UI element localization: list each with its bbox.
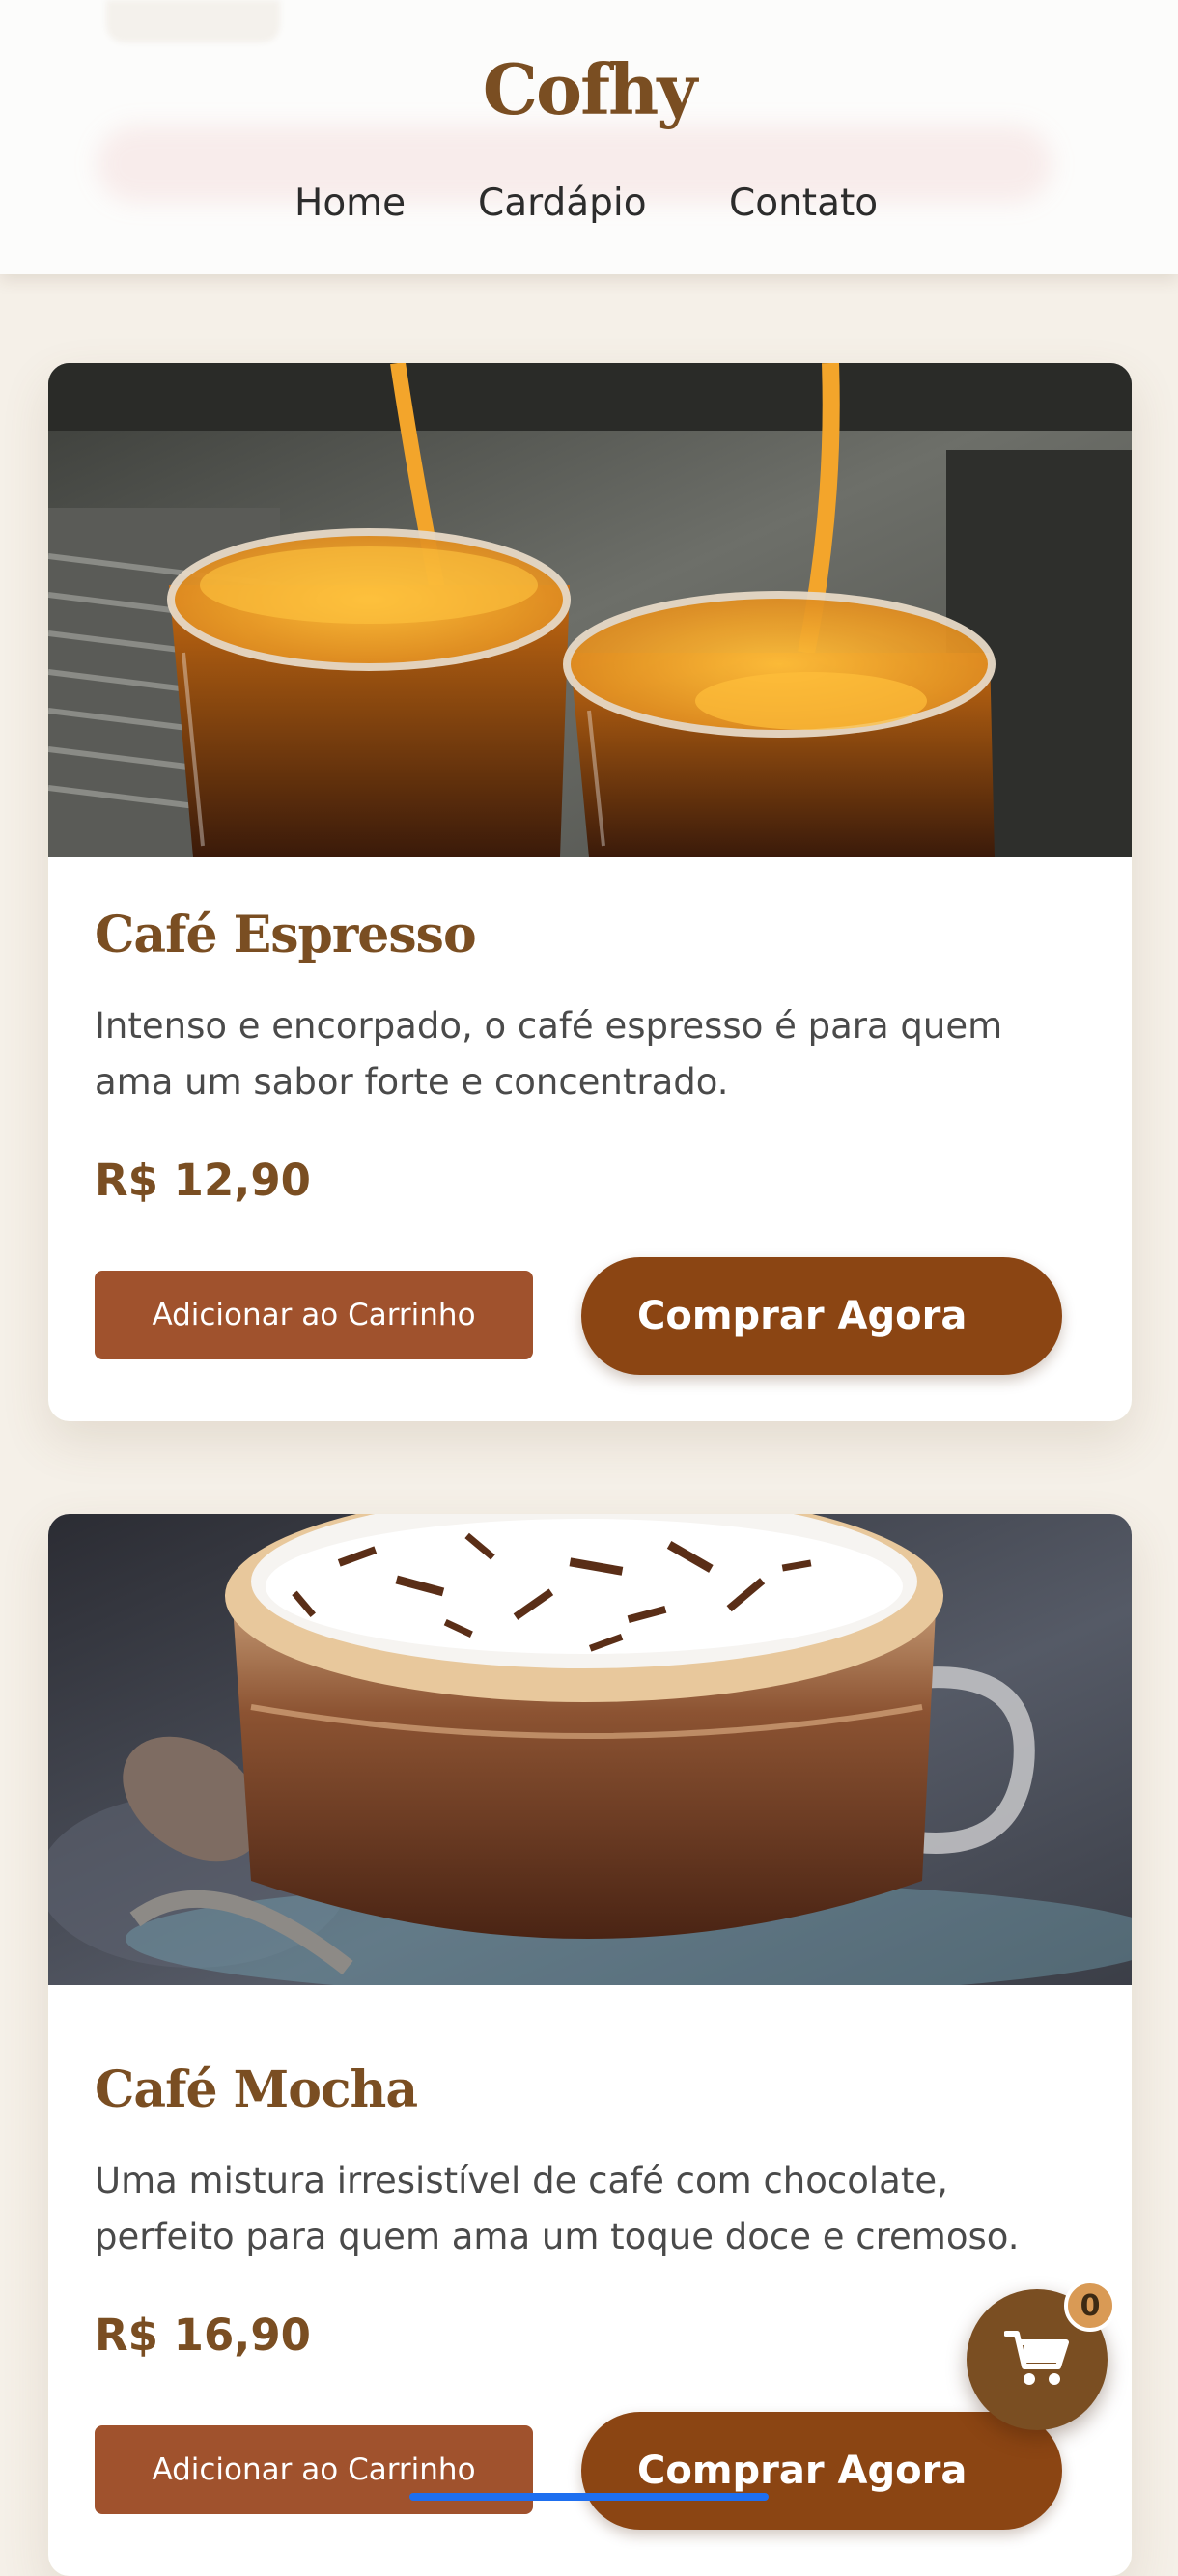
product-description: Uma mistura irresistível de café com cho…	[95, 2160, 1020, 2257]
site-logo[interactable]: Cofhy	[0, 48, 1178, 130]
header-ghost-shape	[106, 0, 280, 42]
product-price: R$ 12,90	[95, 1155, 311, 1206]
buy-now-button[interactable]: Comprar Agora	[581, 2412, 1062, 2530]
product-price: R$ 16,90	[95, 2310, 311, 2361]
espresso-image	[48, 363, 1132, 857]
nav-menu-link[interactable]: Cardápio	[478, 182, 647, 225]
site-header: Cofhy Home Cardápio Contato	[0, 0, 1178, 274]
cart-count-badge: 0	[1064, 2280, 1116, 2332]
product-description: Intenso e encorpado, o café espresso é p…	[95, 1005, 1003, 1103]
nav-contact-link[interactable]: Contato	[729, 182, 878, 225]
nav-home-link[interactable]: Home	[294, 182, 406, 225]
product-title: Café Mocha	[95, 2060, 418, 2119]
home-indicator[interactable]	[409, 2493, 769, 2501]
add-to-cart-button[interactable]: Adicionar ao Carrinho	[95, 1271, 533, 1359]
buy-now-button[interactable]: Comprar Agora	[581, 1257, 1062, 1375]
product-card-espresso: Café Espresso Intenso e encorpado, o caf…	[48, 363, 1132, 1421]
main-nav: Home Cardápio Contato	[0, 182, 1178, 236]
product-card-mocha: Café Mocha Uma mistura irresistível de c…	[48, 1514, 1132, 2576]
add-to-cart-button[interactable]: Adicionar ao Carrinho	[95, 2425, 533, 2514]
shopping-cart-icon	[1003, 2328, 1070, 2392]
product-title: Café Espresso	[95, 906, 477, 965]
mocha-image	[48, 1514, 1132, 1985]
